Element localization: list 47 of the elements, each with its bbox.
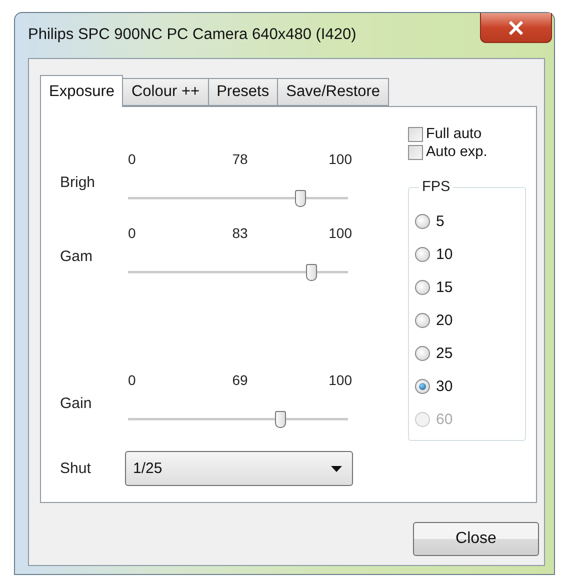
slider-label: Gain	[60, 395, 93, 412]
min-label: 0	[128, 151, 137, 169]
slider-thumb[interactable]	[294, 190, 306, 207]
close-button[interactable]	[480, 13, 552, 43]
tab[interactable]: Save/Restore	[277, 78, 390, 106]
radio-label: 30	[436, 378, 453, 395]
radio-label: 15	[436, 279, 453, 296]
min-label: 0	[128, 225, 137, 243]
min-label: 0	[128, 372, 137, 390]
slider-label: Gam	[60, 248, 94, 265]
radio-button[interactable]	[415, 313, 430, 328]
group-label: FPS	[421, 179, 452, 195]
radio-label: 25	[436, 345, 453, 362]
tab[interactable]: Exposure	[40, 75, 124, 107]
max-label: 100	[328, 151, 352, 169]
slider-thumb[interactable]	[274, 411, 286, 428]
checkbox-label: Full auto	[426, 126, 482, 142]
shutter-label: Shut	[60, 460, 92, 477]
value-label: 83	[231, 225, 249, 243]
max-label: 100	[328, 372, 352, 390]
value-label: 78	[231, 151, 249, 169]
max-label: 100	[328, 225, 352, 243]
slider-track[interactable]	[128, 411, 348, 428]
checkbox[interactable]	[408, 126, 423, 142]
dropdown-arrow-icon	[331, 466, 342, 472]
shutter-dropdown[interactable]: 1/25	[125, 451, 353, 486]
radio-button[interactable]	[415, 280, 430, 295]
radio-label: 5	[436, 213, 444, 230]
window-title: Philips SPC 900NC PC Camera 640x480 (I420)	[28, 26, 356, 44]
radio-button[interactable]	[415, 214, 430, 229]
tab[interactable]: Colour ++	[122, 78, 209, 106]
close-icon	[508, 20, 524, 34]
value-label: 69	[231, 372, 249, 390]
slider-label: Brigh	[60, 174, 96, 191]
close-button[interactable]: Close	[413, 522, 539, 556]
slider-track[interactable]	[128, 264, 348, 281]
tab[interactable]: Presets	[208, 78, 278, 106]
slider-thumb[interactable]	[306, 264, 317, 281]
radio-button[interactable]	[415, 247, 430, 262]
radio-label: 60	[436, 411, 453, 428]
checkbox[interactable]	[408, 144, 423, 160]
radio-button[interactable]	[415, 379, 430, 394]
radio-label: 20	[436, 312, 453, 329]
radio-button[interactable]	[415, 346, 430, 361]
checkbox-label: Auto exp.	[426, 144, 488, 160]
radio-label: 10	[436, 246, 453, 263]
slider-track[interactable]	[128, 190, 348, 207]
